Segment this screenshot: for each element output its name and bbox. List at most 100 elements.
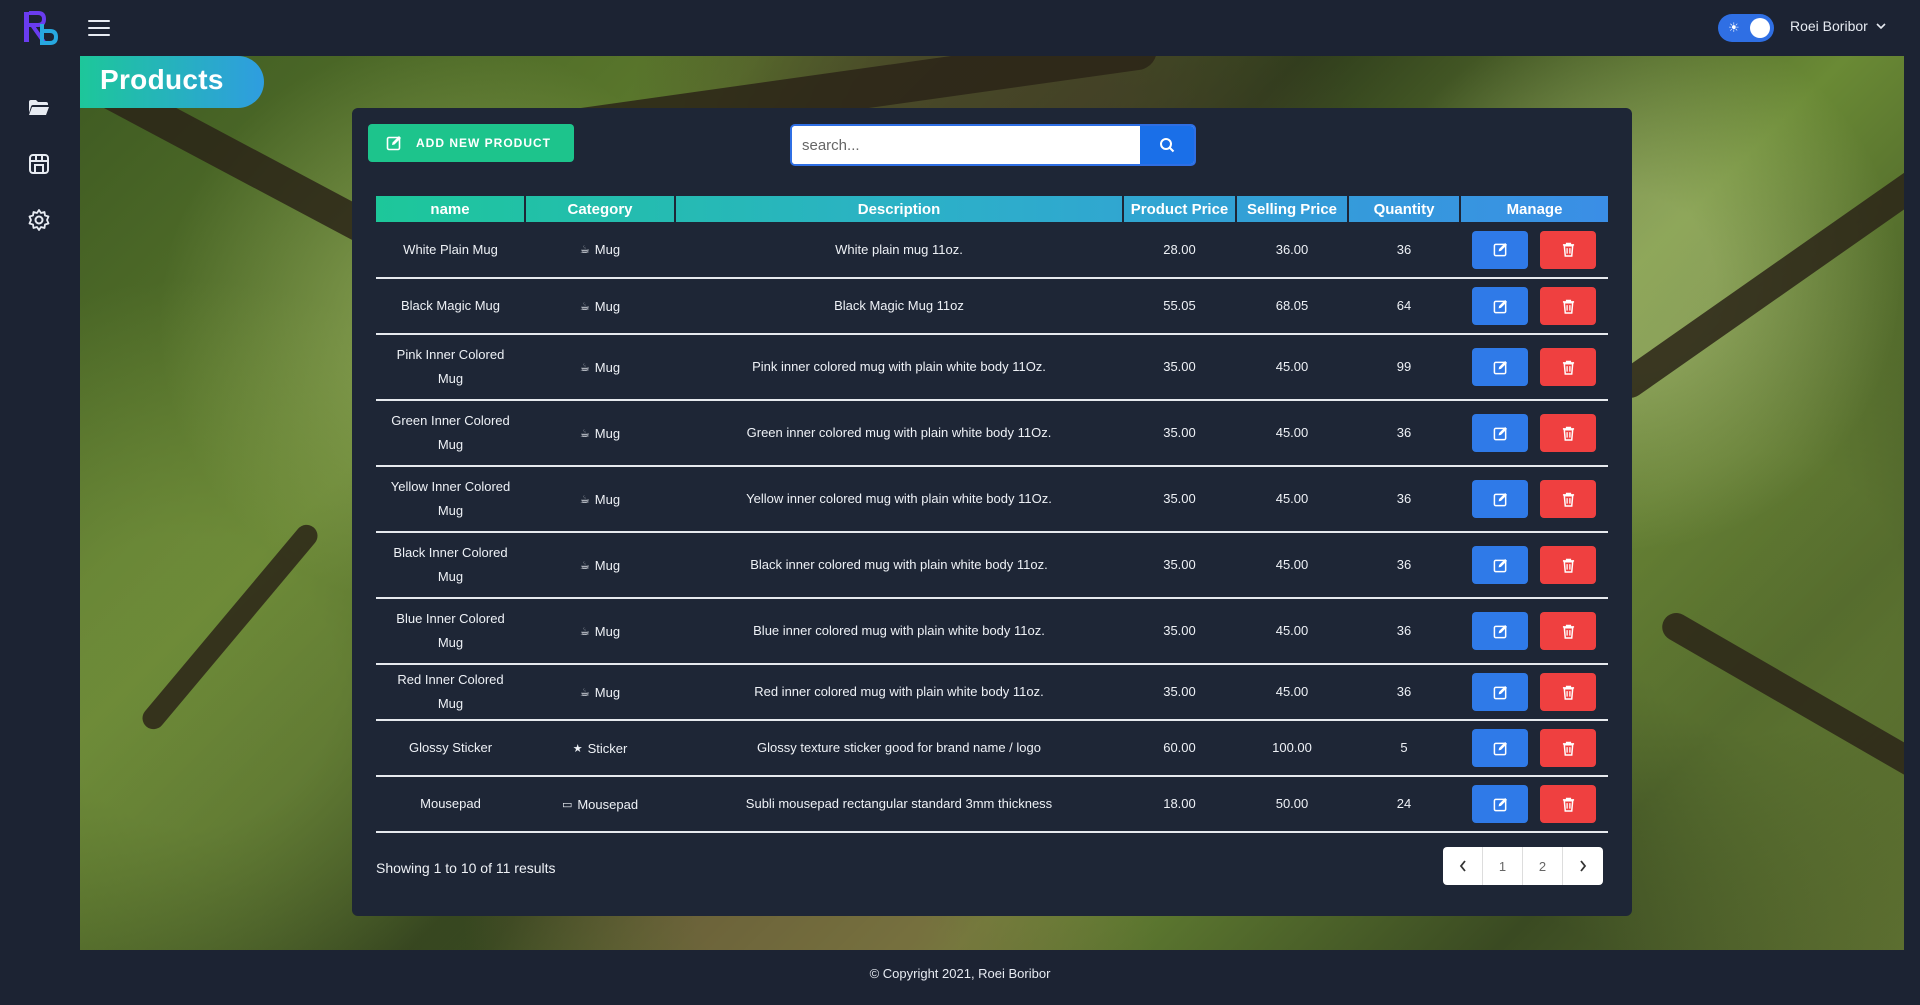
edit-icon bbox=[1493, 624, 1507, 638]
category-icon: ☕ bbox=[579, 625, 590, 638]
category-badge: ☕ Mug bbox=[580, 554, 620, 578]
theme-toggle[interactable]: ☀ bbox=[1718, 14, 1774, 42]
category-icon: ☕ bbox=[579, 493, 590, 506]
row-actions bbox=[1466, 546, 1602, 584]
cell-name: Black Magic Mug bbox=[376, 278, 525, 335]
edit-product-button[interactable] bbox=[1472, 230, 1528, 269]
user-menu[interactable]: Roei Boribor bbox=[1790, 18, 1886, 34]
menu-toggle-icon[interactable] bbox=[88, 20, 110, 36]
row-actions bbox=[1466, 480, 1602, 518]
cell-category: ☕ Mug bbox=[525, 222, 675, 279]
column-header-name[interactable]: name bbox=[376, 196, 526, 222]
delete-product-button[interactable] bbox=[1540, 287, 1596, 325]
category-label: Mug bbox=[594, 557, 621, 573]
folder-open-icon[interactable] bbox=[27, 96, 51, 120]
cell-description: Glossy texture sticker good for brand na… bbox=[675, 720, 1123, 777]
cell-selling-price: 45.00 bbox=[1236, 400, 1348, 467]
delete-product-button[interactable] bbox=[1540, 230, 1596, 269]
delete-product-button[interactable] bbox=[1540, 785, 1596, 823]
edit-icon bbox=[1493, 685, 1507, 699]
product-name: Glossy Sticker bbox=[408, 740, 493, 755]
category-icon: ☕ bbox=[579, 686, 590, 699]
edit-product-button[interactable] bbox=[1472, 414, 1528, 452]
pagination: 1 2 bbox=[1443, 847, 1603, 885]
cell-category: ☕ Mug bbox=[525, 278, 675, 335]
delete-product-button[interactable] bbox=[1540, 546, 1596, 584]
delete-product-button[interactable] bbox=[1540, 480, 1596, 518]
cell-product-price: 28.00 bbox=[1123, 222, 1236, 279]
column-header-product-price[interactable]: Product Price bbox=[1123, 196, 1237, 222]
row-actions bbox=[1466, 230, 1602, 269]
category-badge: ☕ Mug bbox=[580, 238, 620, 262]
delete-product-button[interactable] bbox=[1540, 673, 1596, 711]
sidebar bbox=[0, 56, 80, 946]
edit-product-button[interactable] bbox=[1472, 287, 1528, 325]
category-label: Mug bbox=[594, 623, 621, 639]
product-name: Blue Inner Colored Mug bbox=[396, 611, 505, 650]
cell-description: Black inner colored mug with plain white… bbox=[675, 532, 1123, 599]
table-row: White Plain Mug ☕ Mug White plain mug 11oz.… bbox=[376, 222, 1608, 279]
background-branch bbox=[1609, 138, 1904, 404]
background-branch bbox=[1657, 607, 1904, 813]
category-label: Mug bbox=[594, 684, 621, 700]
delete-product-button[interactable] bbox=[1540, 729, 1596, 767]
edit-icon bbox=[1493, 360, 1507, 374]
column-header-selling-price[interactable]: Selling Price bbox=[1236, 196, 1349, 222]
cell-selling-price: 50.00 bbox=[1236, 776, 1348, 833]
cell-quantity: 36 bbox=[1348, 664, 1460, 721]
page-button-1[interactable]: 1 bbox=[1483, 847, 1523, 885]
table-row: Red Inner Colored Mug ☕ Mug Red inner color… bbox=[376, 664, 1608, 721]
cell-category: ☕ Mug bbox=[525, 664, 675, 721]
edit-product-button[interactable] bbox=[1472, 785, 1528, 823]
product-name: Black Inner Colored Mug bbox=[393, 545, 508, 584]
cell-product-price: 35.00 bbox=[1123, 334, 1236, 401]
cell-description: Pink inner colored mug with plain white … bbox=[675, 334, 1123, 401]
cell-name: Blue Inner Colored Mug bbox=[376, 598, 525, 665]
column-header-category[interactable]: Category bbox=[525, 196, 676, 222]
delete-product-button[interactable] bbox=[1540, 612, 1596, 650]
edit-product-button[interactable] bbox=[1472, 348, 1528, 386]
category-icon: ▭ bbox=[561, 798, 573, 811]
cell-description: Yellow inner colored mug with plain whit… bbox=[675, 466, 1123, 533]
edit-icon bbox=[1493, 426, 1507, 440]
search-button[interactable] bbox=[1140, 126, 1194, 164]
cell-selling-price: 45.00 bbox=[1236, 664, 1348, 721]
cell-selling-price: 68.05 bbox=[1236, 278, 1348, 335]
background-branch bbox=[138, 520, 322, 734]
page-button-2[interactable]: 2 bbox=[1523, 847, 1563, 885]
row-actions bbox=[1466, 287, 1602, 325]
cell-category: ★ Sticker bbox=[525, 720, 675, 777]
next-page-button[interactable] bbox=[1563, 847, 1603, 885]
search-input[interactable] bbox=[792, 126, 1140, 164]
category-label: Mousepad bbox=[577, 796, 639, 812]
settings-gear-icon[interactable] bbox=[27, 208, 51, 232]
table-row: Glossy Sticker ★ Sticker Glossy texture sti… bbox=[376, 720, 1608, 777]
column-header-manage: Manage bbox=[1506, 200, 1563, 218]
column-header-quantity[interactable]: Quantity bbox=[1348, 196, 1461, 222]
cell-quantity: 36 bbox=[1348, 466, 1460, 533]
edit-product-button[interactable] bbox=[1472, 612, 1528, 650]
top-bar: ☀ Roei Boribor bbox=[0, 0, 1920, 56]
cell-selling-price: 45.00 bbox=[1236, 334, 1348, 401]
user-name: Roei Boribor bbox=[1790, 18, 1868, 34]
edit-product-button[interactable] bbox=[1472, 673, 1528, 711]
edit-icon bbox=[1493, 299, 1507, 313]
edit-product-button[interactable] bbox=[1472, 546, 1528, 584]
delete-product-button[interactable] bbox=[1540, 348, 1596, 386]
prev-page-button[interactable] bbox=[1443, 847, 1483, 885]
edit-product-button[interactable] bbox=[1472, 729, 1528, 767]
product-name: White Plain Mug bbox=[403, 241, 498, 257]
add-new-product-button[interactable]: ADD NEW PRODUCT bbox=[368, 124, 574, 162]
category-icon: ★ bbox=[572, 742, 583, 755]
delete-product-button[interactable] bbox=[1540, 414, 1596, 452]
app-logo[interactable] bbox=[22, 10, 58, 46]
footer-copyright: © Copyright 2021, Roei Boribor bbox=[869, 966, 1051, 981]
category-badge: ▭ Mousepad bbox=[562, 793, 638, 817]
edit-product-button[interactable] bbox=[1472, 480, 1528, 518]
category-label: Mug bbox=[594, 242, 621, 257]
search-icon bbox=[1160, 138, 1175, 153]
column-header-description[interactable]: Description bbox=[675, 196, 1124, 222]
product-name: Yellow Inner Colored Mug bbox=[390, 479, 511, 518]
store-icon[interactable] bbox=[27, 152, 51, 176]
cell-name: Glossy Sticker bbox=[376, 720, 525, 777]
